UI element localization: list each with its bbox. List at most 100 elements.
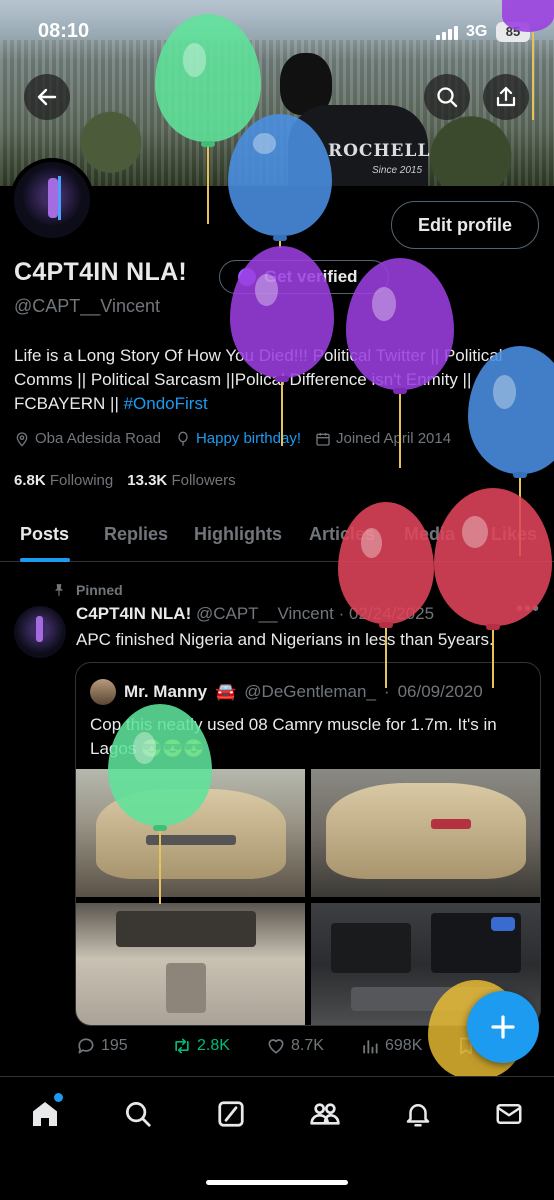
banner-shirt-text: ROCHELL	[328, 141, 431, 161]
share-icon	[496, 86, 516, 107]
nav-home[interactable]	[28, 1097, 62, 1131]
repost-button[interactable]: 2.8K	[172, 1036, 230, 1056]
home-icon	[33, 1102, 57, 1126]
location-text: Oba Adesida Road	[35, 430, 161, 447]
tab-posts[interactable]: Posts	[20, 524, 69, 545]
share-button[interactable]	[483, 74, 529, 120]
verified-badge-icon	[238, 268, 256, 286]
profile-meta: Oba Adesida Road Happy birthday! Joined …	[14, 430, 451, 447]
location-item: Oba Adesida Road	[14, 430, 161, 447]
search-icon	[126, 1102, 151, 1127]
post-date[interactable]: 02/24/2025	[349, 604, 434, 623]
active-tab-indicator	[20, 558, 70, 562]
banner-shirt-since: Since 2015	[372, 165, 423, 176]
quoted-post[interactable]: Mr. Manny 🚘 @DeGentleman_ · 06/09/2020 C…	[75, 662, 541, 1026]
quoted-post-text: Cop this neatly used 08 Camry muscle for…	[90, 715, 497, 758]
birthday-link[interactable]: Happy birthday!	[196, 430, 301, 447]
repost-count: 2.8K	[197, 1037, 230, 1054]
views-icon	[363, 1040, 378, 1054]
tab-media[interactable]: Media	[404, 524, 455, 545]
location-pin-icon	[16, 431, 28, 447]
notifications-icon	[406, 1104, 430, 1127]
quoted-author-name: Mr. Manny	[124, 682, 208, 701]
reply-icon	[78, 1038, 94, 1054]
like-count: 8.7K	[291, 1037, 324, 1054]
edit-profile-button[interactable]: Edit profile	[391, 201, 539, 249]
profile-handle: @CAPT__Vincent	[14, 296, 161, 316]
follow-stats: 6.8K Following 13.3K Followers	[14, 472, 236, 489]
tab-replies[interactable]: Replies	[104, 524, 168, 545]
nav-search[interactable]	[121, 1097, 155, 1131]
photo-car-interior[interactable]	[76, 903, 305, 1025]
balloon-icon	[178, 431, 188, 446]
back-button[interactable]	[24, 74, 70, 120]
tab-articles[interactable]: Articles	[309, 524, 375, 545]
photo-car-front[interactable]	[76, 769, 305, 897]
followers-link[interactable]: 13.3K Followers	[127, 472, 235, 489]
pinned-text: Pinned	[76, 582, 123, 598]
network-type: 3G	[466, 23, 488, 40]
nav-notifications[interactable]	[401, 1097, 435, 1131]
messages-icon	[496, 1104, 522, 1124]
compose-post-button[interactable]	[467, 991, 539, 1063]
profile-tabs: Posts Replies Highlights Articles Media …	[0, 510, 554, 562]
following-label: Following	[49, 472, 114, 489]
search-button[interactable]	[424, 74, 470, 120]
banner-person: ROCHELL Since 2015	[280, 45, 430, 186]
pin-icon	[54, 584, 64, 596]
following-link[interactable]: 6.8K Following	[14, 472, 113, 489]
arrow-left-icon	[37, 88, 57, 106]
profile-avatar[interactable]	[10, 158, 94, 242]
post-author-avatar[interactable]	[14, 606, 66, 658]
post-author-name[interactable]: C4PT4IN NLA!	[76, 604, 191, 623]
bio-hashtag-link[interactable]: #OndoFirst	[124, 394, 208, 413]
reply-button[interactable]: 195	[76, 1036, 128, 1056]
views-button[interactable]: 698K	[360, 1036, 422, 1056]
followers-count: 13.3K	[127, 472, 168, 489]
post-header: C4PT4IN NLA! @CAPT__Vincent · 02/24/2025	[76, 604, 435, 623]
quoted-post-photos	[76, 769, 540, 1025]
status-bar: 08:10 3G 85	[0, 18, 554, 50]
nav-communities[interactable]	[308, 1097, 342, 1131]
following-count: 6.8K	[14, 472, 46, 489]
quoted-post-date: 06/09/2020	[397, 682, 483, 701]
profile-name: C4PT4IN NLA!	[14, 258, 188, 286]
reply-count: 195	[101, 1037, 128, 1054]
followers-label: Followers	[171, 472, 236, 489]
quoted-author-avatar	[90, 679, 116, 705]
grok-icon	[218, 1101, 244, 1127]
get-verified-label: Get verified	[264, 267, 358, 286]
communities-icon	[310, 1103, 340, 1125]
view-count: 698K	[385, 1037, 423, 1054]
signal-icon	[436, 26, 460, 40]
more-options-icon[interactable]: •••	[516, 598, 540, 621]
repost-icon	[175, 1038, 189, 1054]
tab-highlights[interactable]: Highlights	[194, 524, 282, 545]
home-indicator[interactable]	[206, 1180, 348, 1185]
nav-grok[interactable]	[214, 1097, 248, 1131]
pinned-label: Pinned	[52, 582, 123, 598]
heart-icon	[268, 1039, 284, 1054]
tab-likes[interactable]: Likes	[491, 524, 537, 545]
profile-bio: Life is a Long Story Of How You Died!!! …	[14, 344, 544, 416]
get-verified-button[interactable]: Get verified	[219, 260, 389, 294]
battery-indicator: 85	[496, 22, 530, 42]
post-text: APC finished Nigeria and Nigerians in le…	[76, 630, 494, 649]
joined-text: Joined April 2014	[336, 430, 452, 447]
photo-car-side[interactable]	[311, 769, 540, 897]
plus-icon	[491, 1015, 515, 1039]
post-author-handle[interactable]: @CAPT__Vincent	[196, 604, 334, 623]
like-button[interactable]: 8.7K	[266, 1036, 324, 1056]
calendar-icon	[316, 432, 330, 446]
bio-text: Life is a Long Story Of How You Died!!! …	[14, 346, 503, 413]
birthday-item[interactable]: Happy birthday!	[175, 430, 301, 447]
joined-item: Joined April 2014	[315, 430, 451, 447]
banner-cityscape	[0, 40, 554, 186]
home-notification-dot	[54, 1093, 63, 1102]
nav-messages[interactable]	[492, 1097, 526, 1131]
search-icon	[437, 87, 458, 108]
status-time: 08:10	[38, 20, 90, 42]
quoted-author-handle: @DeGentleman_	[244, 682, 376, 701]
quoted-author-emoji: 🚘	[215, 682, 237, 701]
quoted-post-header: Mr. Manny 🚘 @DeGentleman_ · 06/09/2020	[90, 679, 483, 705]
